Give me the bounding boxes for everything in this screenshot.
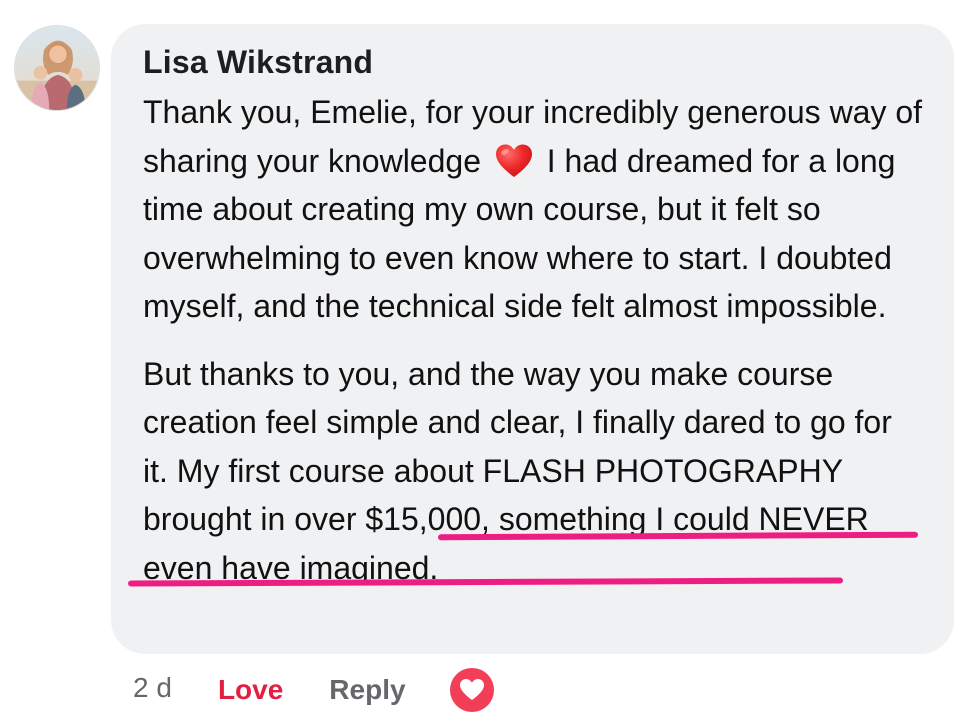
comment-bubble: Lisa Wikstrand Thank you, Emelie, for yo… <box>111 24 954 654</box>
comment-paragraph-1: Thank you, Emelie, for your incredibly g… <box>143 88 924 331</box>
avatar[interactable] <box>14 25 100 111</box>
love-button[interactable]: Love <box>218 674 283 706</box>
comment-body: Thank you, Emelie, for your incredibly g… <box>143 88 924 592</box>
avatar-photo <box>15 26 99 110</box>
comment-author-name[interactable]: Lisa Wikstrand <box>143 42 924 82</box>
comment-paragraph-2: But thanks to you, and the way you make … <box>143 350 924 593</box>
comment-timestamp[interactable]: 2 d <box>133 672 172 704</box>
reply-button[interactable]: Reply <box>329 674 405 706</box>
red-heart-icon <box>494 143 534 179</box>
comment-actions: 2 d Love Reply <box>133 668 494 712</box>
love-reaction-icon[interactable] <box>449 668 494 712</box>
